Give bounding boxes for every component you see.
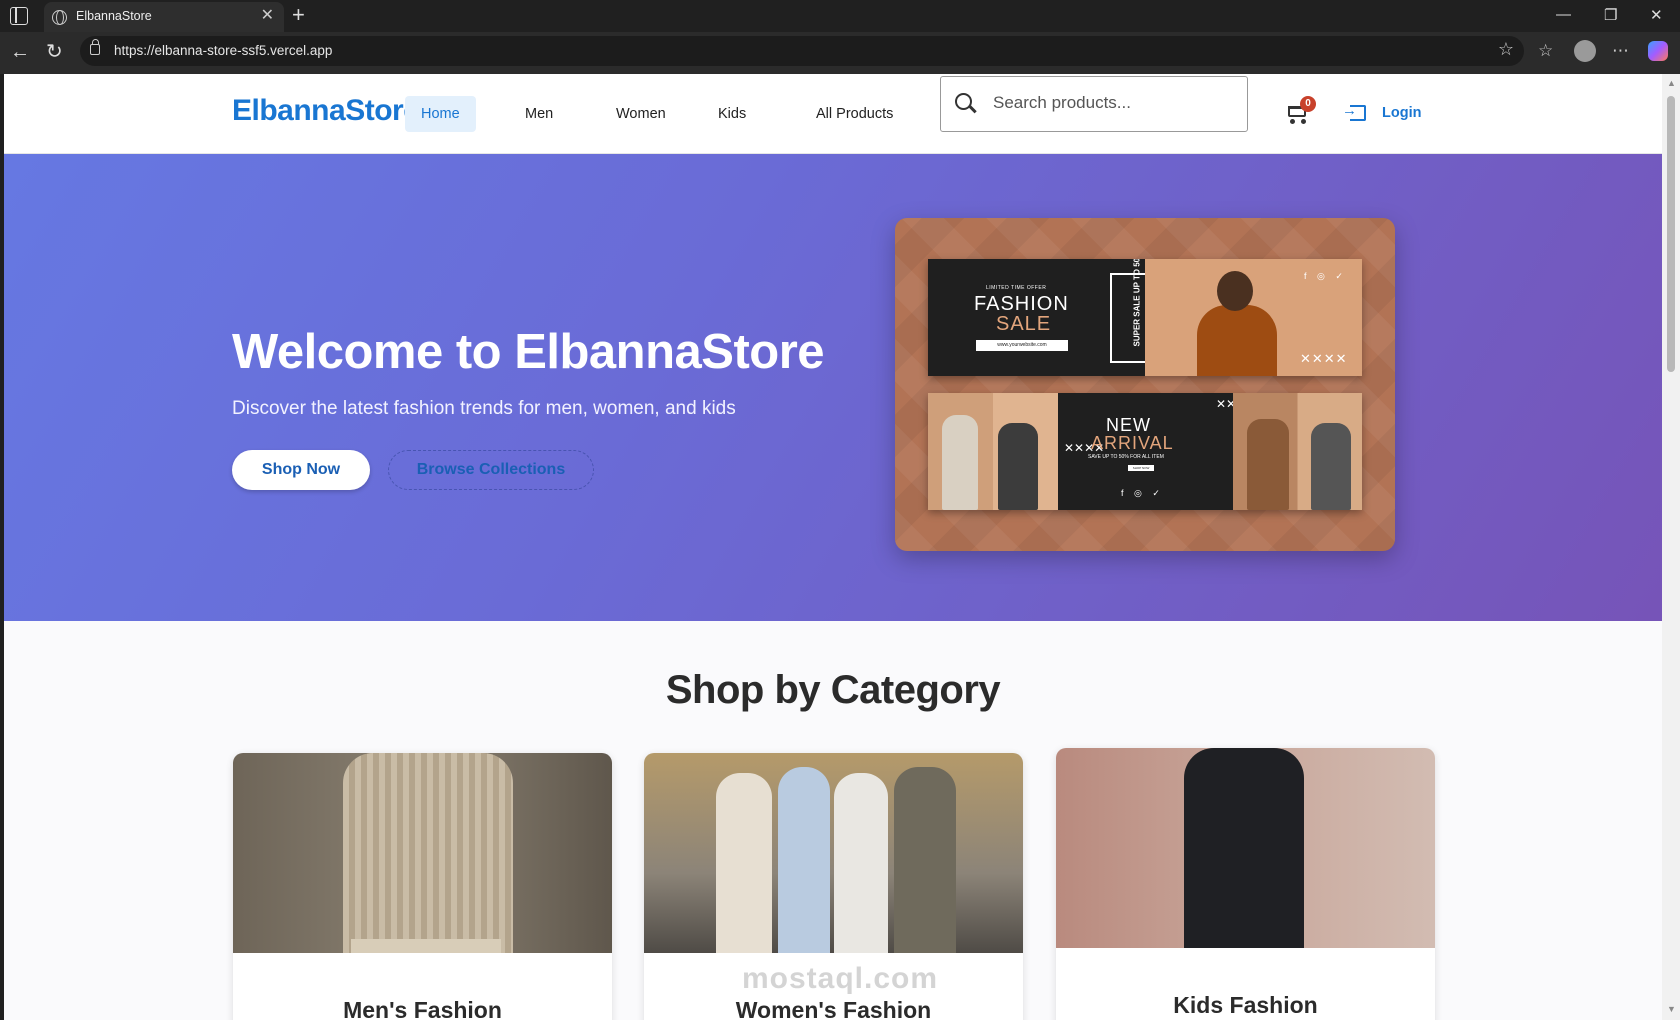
reload-icon[interactable]: ↻ [46,41,63,63]
url-text[interactable]: https://elbanna-store-ssf5.vercel.app [114,43,332,58]
new-tab-button[interactable]: + [292,3,305,27]
scroll-thumb[interactable] [1667,96,1675,372]
browser-toolbar: ← ↻ https://elbanna-store-ssf5.vercel.ap… [0,32,1680,74]
category-name: Men's Fashion [343,997,502,1020]
more-icon[interactable]: ⋯ [1612,41,1629,61]
browser-tab[interactable]: ElbannaStore ✕ [44,2,284,32]
new-arrival-banner: ✕✕✕✕ NEW ARRIVAL SAVE UP TO 50% FOR ALL … [928,393,1362,510]
nav-men[interactable]: Men [509,96,569,132]
close-tab-icon[interactable]: ✕ [261,7,274,25]
banner-save-text: SAVE UP TO 50% FOR ALL ITEM [1088,454,1164,460]
brand-logo[interactable]: ElbannaStore [232,94,420,128]
scroll-up-icon[interactable]: ▲ [1667,78,1676,88]
category-name: Women's Fashion [735,997,932,1020]
back-icon[interactable]: ← [10,41,30,63]
banner-arrival-text: ARRIVAL [1091,433,1174,453]
banner-social-icons-bottom: f ◎ ✓ [1121,488,1164,498]
page-viewport: ElbannaStore Home Men Women Kids All Pro… [4,74,1662,1020]
hero-section: Welcome to ElbannaStore Discover the lat… [4,154,1662,621]
nav-home[interactable]: Home [405,96,476,132]
banner-x-marks-right: ✕✕✕✕ [1216,397,1256,412]
category-card-men[interactable]: Men's Fashion [233,753,612,1020]
banner-website-text: www.yourwebsite.com [976,340,1068,351]
women-category-image[interactable] [644,753,1023,953]
tab-title: ElbannaStore [76,9,152,23]
search-box[interactable] [940,76,1248,132]
login-label: Login [1382,105,1422,121]
category-name: Kids Fashion [1173,992,1318,1018]
globe-icon [52,10,67,25]
category-section-title: Shop by Category [665,668,1001,712]
browse-collections-button[interactable]: Browse Collections [388,450,594,490]
close-window-icon[interactable]: ✕ [1650,6,1663,24]
copilot-icon[interactable] [1648,41,1668,61]
shop-now-button[interactable]: Shop Now [232,450,370,490]
browser-tab-bar: ElbannaStore ✕ + — ❐ ✕ [0,0,1680,32]
sidebar-toggle-icon[interactable] [10,7,28,25]
banner-x-marks-left: ✕✕✕✕ [1064,441,1105,455]
search-input[interactable] [993,93,1233,113]
hero-subtitle: Discover the latest fashion trends for m… [232,398,736,419]
watermark-text: mostaql.com [742,962,939,995]
nav-women[interactable]: Women [600,96,682,132]
page-scrollbar[interactable]: ▲ ▼ [1662,74,1680,1020]
kids-category-image[interactable] [1056,748,1435,948]
banner-models-photo-right [1233,393,1362,510]
hero-banner-image: LIMITED TIME OFFER FASHION SALE www.your… [895,218,1395,551]
search-icon [955,93,972,110]
banner-limited-text: LIMITED TIME OFFER [986,285,1047,291]
hero-title: Welcome to ElbannaStore [232,325,825,379]
nav-kids[interactable]: Kids [702,96,762,132]
favorites-icon[interactable]: ☆ [1538,41,1553,61]
profile-icon[interactable] [1574,40,1596,62]
nav-all-products[interactable]: All Products [800,96,909,132]
category-card-kids[interactable]: Kids Fashion [1056,748,1435,1020]
site-header: ElbannaStore Home Men Women Kids All Pro… [4,74,1662,154]
star-icon[interactable]: ☆ [1498,39,1514,60]
banner-social-icons: f ◎ ✓ [1304,271,1347,281]
lock-icon[interactable] [90,39,100,55]
banner-sale-text: SALE [996,313,1052,335]
banner-models-photo-left [928,393,1058,510]
address-bar[interactable]: https://elbanna-store-ssf5.vercel.app ☆ [80,36,1524,66]
minimize-icon[interactable]: — [1556,6,1571,23]
fashion-sale-banner: LIMITED TIME OFFER FASHION SALE www.your… [928,259,1362,376]
men-category-image[interactable] [233,753,612,953]
cart-count-badge: 0 [1300,96,1316,112]
banner-x-marks: ✕✕✕✕ [1300,351,1348,366]
login-icon [1342,102,1366,121]
scroll-down-icon[interactable]: ▼ [1667,1004,1676,1014]
banner-shop-now: SHOP NOW [1128,465,1154,471]
banner-super-sale-text: SUPER SALE UP TO 50% OFF [1132,259,1142,347]
restore-icon[interactable]: ❐ [1604,6,1617,24]
